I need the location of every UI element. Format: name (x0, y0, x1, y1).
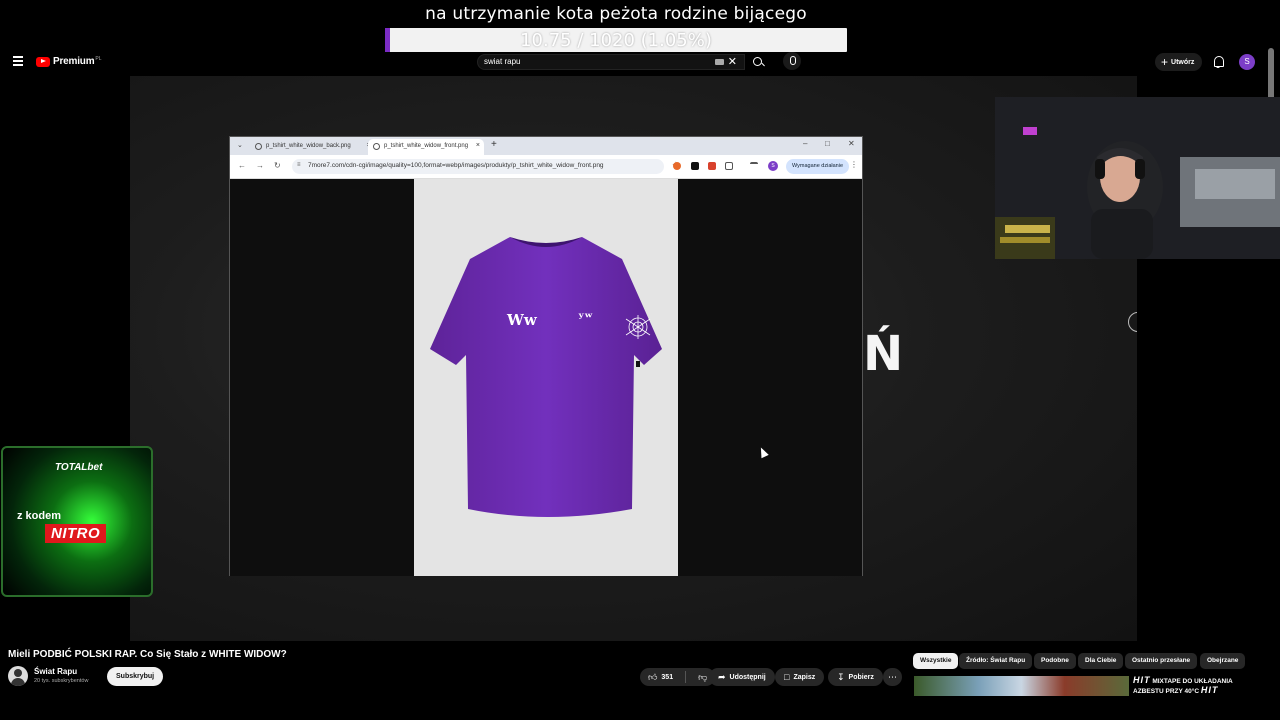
globe-icon (255, 143, 262, 150)
subscribe-button[interactable]: Subskrybuj (107, 667, 164, 686)
site-info-icon: ≡ (297, 162, 301, 168)
donation-goal-text: 10.75 / 1020 (1.05%) (520, 30, 712, 51)
logo-text: Premium (53, 56, 95, 67)
rec-hit-brand-2: HIT (1200, 685, 1219, 695)
page-scrollbar[interactable] (1268, 48, 1274, 100)
url-text: 7more7.com/cdn-cgi/image/quality=100,for… (308, 162, 604, 169)
country-code: PL (95, 55, 102, 62)
share-arrow-icon: ➦ (718, 671, 726, 682)
chip-all[interactable]: Wszystkie (913, 653, 959, 669)
channel-name[interactable]: Świat Rapu (34, 667, 77, 676)
thumbs-up-icon: 👍︎ (648, 671, 658, 682)
tab-title: p_tshirt_white_widow_back.png (266, 143, 351, 149)
youtube-play-icon (36, 56, 50, 67)
share-label: Udostępnij (729, 673, 766, 681)
url-field: ≡ 7more7.com/cdn-cgi/image/quality=100,f… (292, 159, 680, 174)
browser-tab-back: p_tshirt_white_widow_back.png × (250, 139, 371, 155)
share-button[interactable]: ➦ Udostępnij (709, 668, 775, 686)
search-value: swiat rapu (484, 57, 521, 66)
browser-profile-avatar: S (768, 161, 778, 171)
download-icon: ↧ (837, 671, 845, 682)
close-window-icon: ✕ (848, 139, 855, 148)
youtube-header: Premium PL swiat rapu ✕ + Utwórz S (0, 50, 1268, 74)
donation-goal-bar: 10.75 / 1020 (1.05%) (385, 28, 847, 52)
extension-orange-icon (673, 162, 681, 170)
chip-source[interactable]: Źródło: Świat Rapu (959, 653, 1033, 669)
tab-search-chevron-icon: ⌄ (237, 142, 243, 149)
rec-title-line2: AZBESTU PRZY 40°C (1133, 688, 1200, 695)
minimize-icon: – (803, 139, 808, 148)
browser-tab-bar: ⌄ p_tshirt_white_widow_back.png × p_tshi… (230, 137, 862, 155)
shirt-print-right: ʸʷ (578, 310, 593, 325)
video-text-fragment: Ń (863, 326, 904, 382)
donation-message: na utrzymanie kota peżota rodzine bijące… (425, 4, 807, 24)
chip-for-you[interactable]: Dla Ciebie (1078, 653, 1124, 669)
create-label: Utwórz (1171, 58, 1195, 66)
chip-similar[interactable]: Podobne (1034, 653, 1076, 669)
download-button[interactable]: ↧ Pobierz (828, 668, 883, 686)
browser-window-in-video: ⌄ p_tshirt_white_widow_back.png × p_tshi… (229, 136, 863, 576)
like-dislike-group: 👍︎ 351 👎︎ (640, 668, 716, 686)
recommended-video-title[interactable]: HIT MIXTAPE DO UKŁADANIA AZBESTU PRZY 40… (1133, 676, 1233, 696)
browser-menu-icon: ⋮ (850, 160, 858, 169)
rec-title-line1: MIXTAPE DO UKŁADANIA (1152, 678, 1233, 685)
thumbs-down-icon: 👎︎ (698, 671, 708, 682)
back-arrow-icon: ← (238, 161, 246, 170)
product-image: Ww ʸʷ (414, 179, 678, 576)
voice-search-mic-icon[interactable] (783, 52, 801, 70)
like-count: 351 (661, 673, 674, 681)
plus-icon: + (1161, 55, 1169, 69)
save-button[interactable]: □ Zapisz (775, 668, 825, 686)
download-label: Pobierz (848, 673, 874, 681)
hamburger-menu-icon[interactable] (13, 56, 23, 66)
action-required-pill: Wymagane działanie (786, 159, 850, 174)
clear-search-icon[interactable]: ✕ (728, 55, 737, 68)
more-actions-button[interactable]: ⋯ (883, 668, 902, 686)
shirt-print-left: Ww (506, 311, 538, 329)
browser-address-bar: ← → ↻ ≡ 7more7.com/cdn-cgi/image/quality… (230, 155, 862, 179)
purple-tshirt-image: Ww ʸʷ (430, 237, 662, 517)
chip-recently-uploaded[interactable]: Ostatnio przesłane (1125, 653, 1198, 669)
youtube-premium-logo[interactable]: Premium PL (36, 56, 102, 67)
new-tab-icon: + (491, 139, 497, 150)
tab-close-icon: × (475, 142, 480, 149)
save-label: Zapisz (793, 673, 816, 681)
create-button[interactable]: + Utwórz (1155, 53, 1203, 71)
user-avatar[interactable]: S (1239, 54, 1255, 70)
streamer-webcam (995, 97, 1280, 259)
maximize-icon: □ (825, 139, 830, 148)
forward-arrow-icon: → (256, 161, 264, 170)
recommended-video-thumbnail[interactable] (914, 676, 1129, 696)
browser-tab-front: p_tshirt_white_widow_front.png × (368, 139, 484, 155)
notifications-bell-icon[interactable] (1212, 55, 1224, 69)
tab-title: p_tshirt_white_widow_front.png (384, 143, 469, 149)
loading-spinner-icon (1128, 312, 1137, 332)
reading-list-icon (750, 162, 758, 170)
bookmark-icon: □ (784, 672, 790, 682)
reload-icon: ↻ (274, 161, 281, 170)
browser-content: Ww ʸʷ (230, 179, 862, 576)
more-horizontal-icon: ⋯ (888, 671, 897, 682)
subscriber-count: 20 tys. subskrybentów (34, 678, 89, 684)
video-player[interactable]: ⌄ p_tshirt_white_widow_back.png × p_tshi… (130, 76, 1137, 641)
like-separator (685, 671, 687, 683)
ad-code-badge: NITRO (45, 524, 107, 543)
search-button[interactable] (746, 54, 770, 70)
ad-text: z kodem (17, 510, 62, 522)
video-title: Mieli PODBIĆ POLSKI RAP. Co Się Stało z … (8, 649, 287, 660)
channel-avatar[interactable] (8, 666, 28, 686)
like-button[interactable]: 👍︎ 351 (640, 668, 681, 686)
ad-brand: TOTALbet (55, 462, 103, 473)
webcam-scene-image (995, 97, 1280, 259)
sponsor-ad-tile[interactable]: TOTALbet z kodem NITRO (1, 446, 153, 597)
globe-icon (373, 143, 380, 150)
keyboard-icon[interactable] (715, 59, 724, 65)
search-input[interactable]: swiat rapu ✕ (477, 54, 745, 70)
extension-dark-icon (691, 162, 699, 170)
extensions-puzzle-icon (725, 162, 733, 170)
extension-mail-icon (708, 162, 716, 170)
chip-watched[interactable]: Obejrzane (1200, 653, 1246, 669)
rec-hit-brand: HIT (1133, 675, 1151, 685)
